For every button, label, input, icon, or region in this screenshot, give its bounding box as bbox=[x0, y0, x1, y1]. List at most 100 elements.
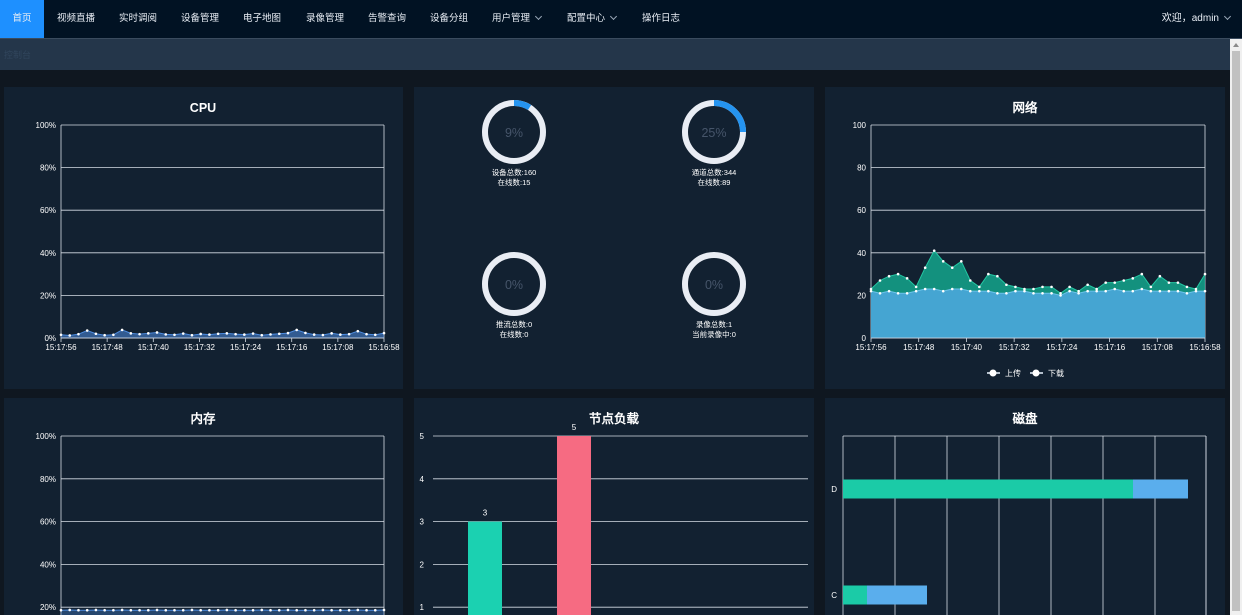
data-point bbox=[330, 332, 333, 335]
data-point bbox=[1041, 285, 1044, 289]
data-point bbox=[1104, 281, 1108, 284]
gauge-percent: 25% bbox=[701, 126, 726, 140]
stream-online-gauge: 0% 推流总数:0 在线数:0 bbox=[482, 252, 546, 339]
data-point bbox=[1077, 291, 1080, 295]
y-tick-label: 2 bbox=[420, 560, 425, 569]
gauge-total-label: 推流总数:0 bbox=[496, 319, 532, 329]
data-point bbox=[878, 291, 882, 295]
y-tick-label: 0 bbox=[862, 334, 867, 343]
nav-home[interactable]: 首页 bbox=[0, 0, 44, 38]
data-point bbox=[225, 332, 229, 335]
gauge-online-label: 在线数:0 bbox=[500, 329, 529, 339]
cpu-panel: CPU 0% 20% 40% 60% 80% 100% 15:17:56 15:17:48 15… bbox=[4, 87, 403, 389]
y-tick-label: 40% bbox=[40, 249, 56, 258]
data-point bbox=[1068, 289, 1071, 293]
data-point bbox=[103, 608, 106, 612]
network-chart: 网络 0 20 40 60 80 100 15:17:56 15:17:48 15:17:40 1… bbox=[853, 100, 1221, 378]
y-tick-label: 100 bbox=[853, 121, 867, 130]
x-tick-label: 15:16:58 bbox=[1189, 343, 1221, 352]
data-point bbox=[1185, 291, 1189, 295]
nav-user-management[interactable]: 用户管理 bbox=[492, 0, 543, 38]
data-point bbox=[347, 332, 351, 336]
y-category-label: C bbox=[831, 591, 837, 600]
legend-upload-label: 上传 bbox=[1005, 368, 1021, 378]
data-point bbox=[146, 608, 150, 612]
y-tick-label: 3 bbox=[420, 518, 425, 527]
data-point bbox=[905, 277, 909, 280]
data-point bbox=[286, 608, 290, 612]
recording-gauge: 0% 录像总数:1 当前录像中:0 bbox=[682, 252, 746, 339]
data-point bbox=[373, 608, 377, 612]
data-point bbox=[1104, 289, 1108, 293]
y-tick-label: 40% bbox=[40, 560, 56, 569]
data-point bbox=[120, 608, 124, 612]
legend-upload-marker bbox=[989, 369, 997, 377]
data-point bbox=[164, 333, 168, 336]
data-point bbox=[1050, 285, 1053, 289]
y-tick-label: 100% bbox=[36, 432, 56, 441]
data-point bbox=[269, 608, 272, 612]
data-point bbox=[959, 287, 963, 291]
data-point bbox=[251, 332, 255, 335]
y-tick-label: 100% bbox=[36, 121, 56, 130]
data-point bbox=[1014, 289, 1017, 293]
y-tick-label: 1 bbox=[420, 603, 425, 612]
nav-device-groups[interactable]: 设备分组 bbox=[430, 0, 468, 38]
network-chart-title: 网络 bbox=[1012, 100, 1038, 115]
data-point bbox=[243, 333, 246, 336]
data-point bbox=[1131, 277, 1135, 280]
data-point bbox=[85, 608, 89, 612]
nav-device-management[interactable]: 设备管理 bbox=[181, 0, 219, 38]
gauge-total-label: 通道总数:344 bbox=[692, 167, 737, 177]
data-point bbox=[138, 332, 141, 336]
data-point bbox=[59, 333, 63, 337]
scrollbar-thumb[interactable] bbox=[1232, 51, 1240, 611]
disk-chart-title: 磁盘 bbox=[1011, 411, 1038, 426]
user-menu[interactable]: 欢迎，admin bbox=[1162, 0, 1232, 38]
nav-live-video-label: 视频直播 bbox=[57, 13, 96, 24]
data-point bbox=[1194, 289, 1198, 293]
breadcrumb-bar: 控制台 bbox=[0, 39, 1230, 70]
nav-live-video[interactable]: 视频直播 bbox=[57, 0, 95, 38]
x-tick-label: 15:17:32 bbox=[184, 343, 216, 352]
scroll-up-arrow-icon[interactable] bbox=[1233, 43, 1239, 47]
data-point bbox=[923, 287, 927, 291]
data-point bbox=[277, 608, 281, 612]
data-point bbox=[94, 608, 98, 612]
x-tick-label: 15:17:24 bbox=[1046, 343, 1078, 352]
nav-realtime-view[interactable]: 实时调阅 bbox=[119, 0, 157, 38]
gauge-online-label: 当前录像中:0 bbox=[692, 329, 736, 339]
data-point bbox=[1086, 283, 1089, 287]
data-point bbox=[887, 289, 891, 293]
nav-operation-log-label: 操作日志 bbox=[642, 13, 681, 24]
breadcrumb: 控制台 bbox=[4, 50, 32, 60]
nav-e-map[interactable]: 电子地图 bbox=[243, 0, 281, 38]
data-point bbox=[941, 260, 945, 263]
gauge-total-label: 录像总数:1 bbox=[696, 319, 732, 329]
data-point bbox=[339, 333, 342, 336]
data-point bbox=[85, 329, 89, 332]
nav-realtime-view-label: 实时调阅 bbox=[119, 13, 158, 24]
data-point bbox=[155, 331, 159, 334]
nav-alarm-query[interactable]: 告警查询 bbox=[368, 0, 406, 38]
page-scrollbar[interactable] bbox=[1230, 39, 1242, 615]
data-point bbox=[914, 285, 918, 289]
legend-item-download[interactable]: 下载 bbox=[1030, 368, 1064, 378]
nav-recording-management[interactable]: 录像管理 bbox=[306, 0, 344, 38]
data-point bbox=[129, 332, 133, 335]
device-online-gauge: 9% 设备总数:160 在线数:15 bbox=[482, 100, 546, 187]
legend-item-upload[interactable]: 上传 bbox=[987, 368, 1021, 378]
data-point bbox=[1050, 291, 1053, 295]
data-point bbox=[225, 608, 229, 612]
memory-chart-title: 内存 bbox=[190, 411, 216, 426]
gauge-online-label: 在线数:89 bbox=[698, 177, 731, 187]
nav-config-center[interactable]: 配置中心 bbox=[567, 0, 618, 38]
nav-operation-log[interactable]: 操作日志 bbox=[642, 0, 680, 38]
data-point bbox=[181, 332, 185, 335]
data-point bbox=[77, 332, 80, 336]
data-point bbox=[1059, 294, 1062, 297]
data-point bbox=[216, 332, 220, 336]
data-point bbox=[312, 333, 316, 336]
data-point bbox=[295, 608, 299, 612]
node-load-panel: 节点负载 3 5 1 2 3 4 5 bbox=[414, 398, 814, 615]
